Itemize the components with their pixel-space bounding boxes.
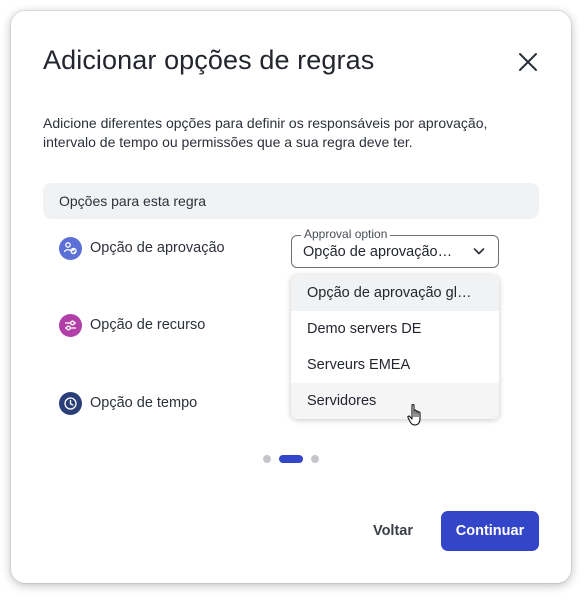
option-label-resource: Opção de recurso — [90, 317, 206, 333]
menu-item-global-approval[interactable]: Opção de aprovação glo... — [291, 275, 499, 311]
close-button[interactable] — [517, 51, 539, 73]
hand-cursor-icon — [407, 403, 421, 426]
dialog-title: Adicionar opções de regras — [43, 45, 375, 75]
section-header-label: Opções para esta regra — [59, 193, 207, 209]
close-icon — [519, 53, 537, 71]
dialog-description: Adicione diferentes opções para definir … — [43, 115, 488, 150]
approval-option-select[interactable]: Approval option Opção de aprovação ... — [291, 227, 499, 268]
menu-item-label: Servidores — [307, 393, 377, 409]
section-header: Opções para esta regra — [43, 183, 539, 219]
pager-dot-3[interactable] — [311, 455, 319, 463]
pager-dot-2-active[interactable] — [279, 455, 303, 463]
approval-option-select-value: Opção de aprovação ... — [303, 244, 453, 260]
approval-option-menu: Opção de aprovação glo... Demo servers D… — [291, 275, 499, 419]
menu-item-demo-servers-de[interactable]: Demo servers DE — [291, 311, 499, 347]
option-row-approval: Opção de aprovação — [59, 236, 225, 260]
clock-icon — [59, 391, 82, 415]
option-row-resource: Opção de recurso — [59, 313, 205, 337]
option-label-time: Opção de tempo — [90, 395, 198, 411]
add-rule-options-dialog: Adicionar opções de regras Adicione dife… — [11, 11, 571, 583]
menu-item-serveurs-emea[interactable]: Serveurs EMEA — [291, 347, 499, 383]
menu-item-label: Opção de aprovação glo... — [307, 285, 477, 301]
option-label-approval: Opção de aprovação — [90, 240, 225, 256]
menu-item-label: Serveurs EMEA — [307, 357, 411, 373]
menu-item-label: Demo servers DE — [307, 321, 422, 337]
back-button[interactable]: Voltar — [363, 511, 423, 551]
chevron-down-icon — [473, 248, 485, 255]
sliders-icon — [59, 313, 82, 337]
step-pager — [263, 455, 319, 463]
continue-button[interactable]: Continuar — [441, 511, 539, 551]
menu-item-servidores[interactable]: Servidores — [291, 383, 499, 419]
pager-dot-1[interactable] — [263, 455, 271, 463]
option-row-time: Opção de tempo — [59, 391, 197, 415]
approval-option-select-label: Approval option — [301, 227, 391, 241]
approval-users-icon — [59, 236, 82, 260]
